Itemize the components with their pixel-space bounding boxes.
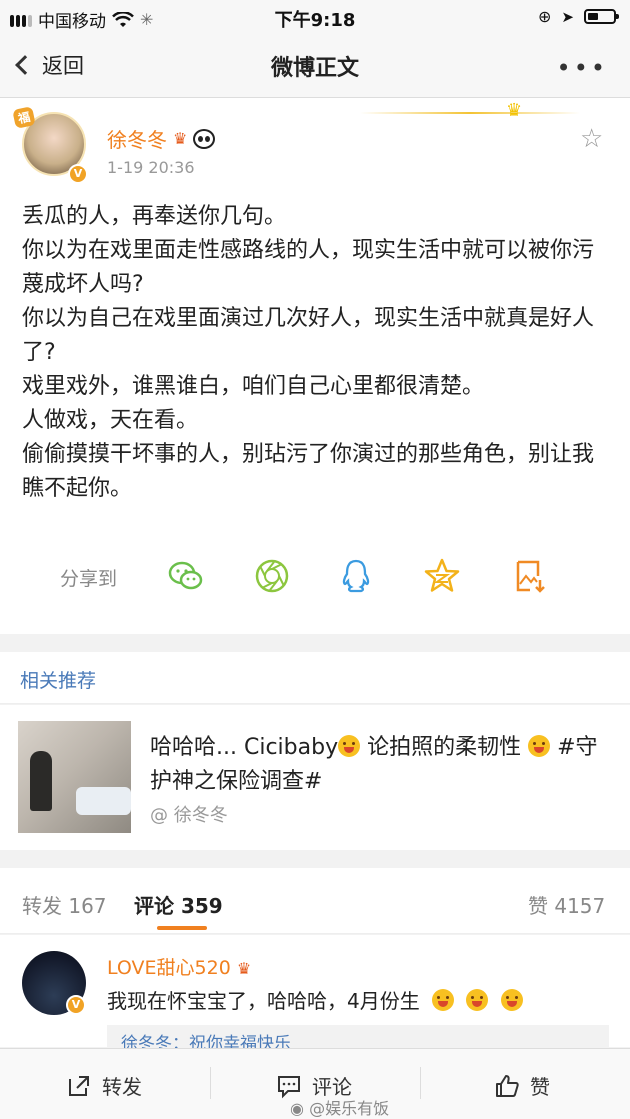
- related-author[interactable]: @ 徐冬冬: [150, 801, 228, 827]
- related-thumbnail[interactable]: [18, 721, 131, 833]
- moments-icon[interactable]: [252, 556, 292, 596]
- battery-icon: [584, 9, 619, 24]
- post-line: 人做戏，天在看。: [22, 408, 199, 433]
- post-line: 偷偷摸摸干坏事的人，别玷污了你演过的那些角色，别让我瞧不起你。: [22, 442, 595, 501]
- bottom-toolbar: 转发 评论 赞 ◉ @娱乐有饭: [0, 1048, 630, 1119]
- post-line: 你以为在戏里面走性感路线的人，现实生活中就可以被你污蔑成坏人吗?: [22, 238, 595, 297]
- comment-item: V LOVE甜心520 ♛ 我现在怀宝宝了，哈哈哈，4月份生 徐冬冬：祝你幸福快…: [0, 935, 630, 1055]
- save-image-icon[interactable]: [510, 556, 550, 596]
- share-bar: 分享到: [0, 552, 630, 602]
- tab-comment[interactable]: 评论 359: [134, 890, 223, 919]
- like-button[interactable]: 赞: [494, 1071, 550, 1100]
- related-text[interactable]: 哈哈哈... Cicibaby 论拍照的柔韧性 #守护神之保险调查#: [150, 731, 610, 799]
- post-card: ♛ 福 V 徐冬冬 ♛ 1-19 20:36 ☆ 丢瓜的人，再奉送你几句。 你以…: [0, 98, 630, 634]
- nav-bar: 返回 微博正文 •••: [0, 36, 630, 98]
- watermark: ◉ @娱乐有饭: [290, 1095, 389, 1119]
- share-label: 分享到: [60, 568, 118, 590]
- qq-icon[interactable]: [336, 556, 376, 596]
- toolbar-divider: [420, 1067, 421, 1099]
- related-text-part: 哈哈哈... Cicibaby: [150, 735, 339, 760]
- panda-icon: [193, 128, 216, 149]
- tongue-emoji-icon: [466, 989, 489, 1011]
- tab-repost[interactable]: 转发 167: [22, 890, 107, 919]
- toolbar-divider: [210, 1067, 211, 1099]
- favorite-star-icon[interactable]: ☆: [580, 126, 603, 152]
- like-label: 赞: [530, 1075, 550, 1099]
- verified-badge-icon: V: [68, 164, 88, 184]
- rotation-lock-icon: ⊕: [538, 7, 552, 26]
- interaction-tabs: 转发 167 评论 359 赞 4157: [0, 868, 630, 934]
- active-tab-indicator: [157, 926, 207, 930]
- thumbs-up-icon: [496, 1074, 519, 1097]
- status-bar: 中国移动 ✳ 下午9:18 ⊕ ➤: [0, 0, 630, 36]
- post-line: 你以为自己在戏里面演过几次好人，现实生活中就真是好人了?: [22, 306, 595, 365]
- more-icon[interactable]: •••: [557, 54, 608, 82]
- thumbnail-person: [30, 751, 52, 811]
- post-time: 1-19 20:36: [107, 158, 195, 177]
- author-name-row: 徐冬冬 ♛: [107, 124, 216, 153]
- page-title: 微博正文: [270, 56, 359, 81]
- repost-button[interactable]: 转发: [66, 1071, 142, 1100]
- tongue-emoji-icon: [528, 735, 551, 757]
- related-header: 相关推荐: [0, 652, 630, 704]
- tab-like[interactable]: 赞 4157: [528, 890, 605, 919]
- post-line: 戏里戏外，谁黑谁白，咱们自己心里都很清楚。: [22, 374, 485, 399]
- decoration-line: [360, 112, 580, 114]
- commenter-name-text: LOVE甜心520: [107, 957, 231, 979]
- related-text-part: 论拍照的柔韧性: [360, 735, 529, 760]
- tongue-emoji-icon: [500, 989, 523, 1011]
- qzone-star-icon[interactable]: [422, 556, 462, 596]
- weibo-logo-icon: ◉: [290, 1099, 304, 1118]
- related-title: 相关推荐: [20, 670, 97, 692]
- status-right: ⊕ ➤: [538, 7, 619, 26]
- watermark-text: @娱乐有饭: [309, 1099, 390, 1118]
- comment-text: 我现在怀宝宝了，哈哈哈，4月份生: [107, 989, 420, 1013]
- wechat-icon[interactable]: [166, 556, 206, 596]
- verified-badge-icon: V: [66, 995, 86, 1015]
- thumbnail-bed: [76, 787, 131, 815]
- vip-crown-icon: ♛: [236, 959, 252, 978]
- grin-emoji-icon: [338, 735, 361, 757]
- post-line: 丢瓜的人，再奉送你几句。: [22, 204, 287, 229]
- location-icon: ➤: [561, 7, 574, 26]
- vip-crown-icon: ♛: [173, 129, 188, 148]
- post-body: 丢瓜的人，再奉送你几句。 你以为在戏里面走性感路线的人，现实生活中就可以被你污蔑…: [22, 200, 612, 506]
- repost-icon: [69, 1075, 89, 1096]
- related-item[interactable]: 哈哈哈... Cicibaby 论拍照的柔韧性 #守护神之保险调查# @ 徐冬冬: [0, 705, 630, 850]
- author-name[interactable]: 徐冬冬: [107, 124, 167, 153]
- crown-icon: ♛: [506, 100, 523, 121]
- commenter-name[interactable]: LOVE甜心520 ♛: [107, 953, 251, 980]
- repost-label: 转发: [102, 1075, 142, 1099]
- comment-text-row: 我现在怀宝宝了，哈哈哈，4月份生: [107, 985, 523, 1014]
- status-time: 下午9:18: [274, 10, 356, 31]
- tongue-emoji-icon: [432, 989, 455, 1011]
